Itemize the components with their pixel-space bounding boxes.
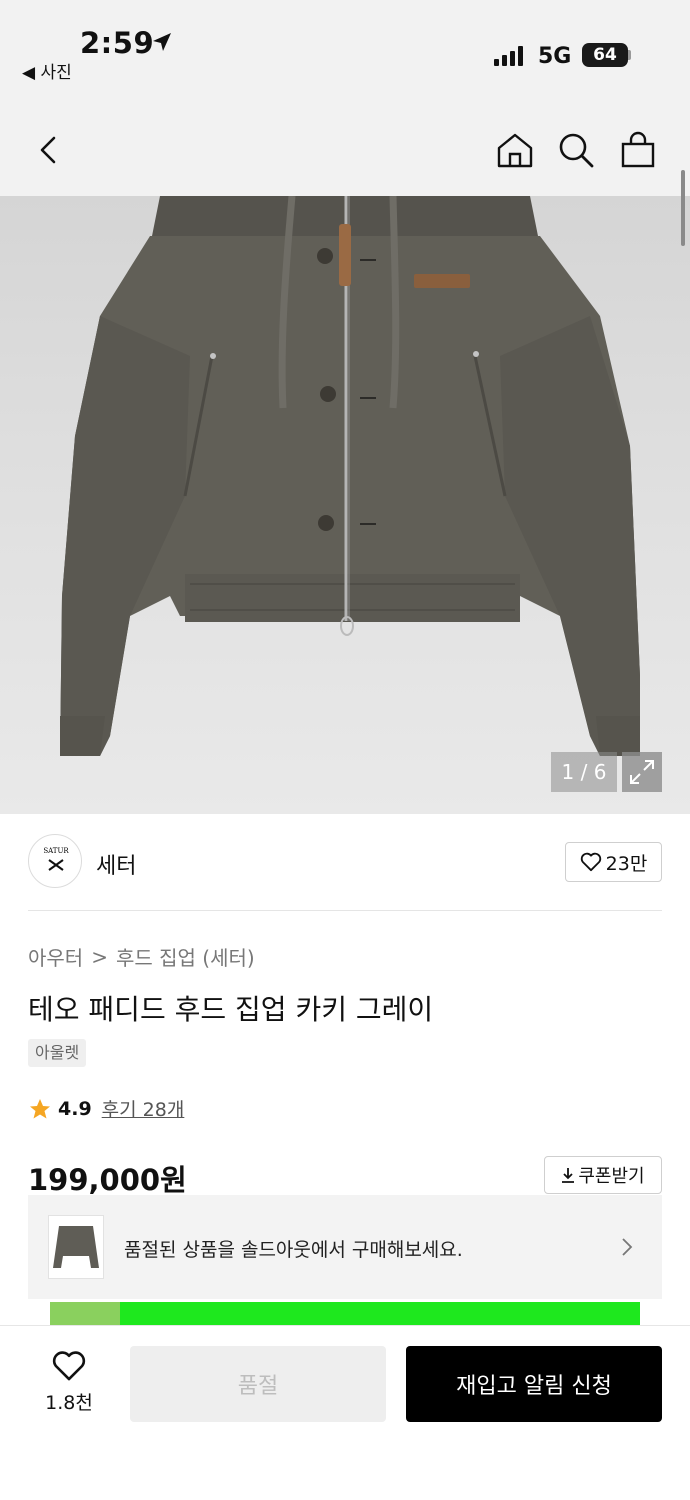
soldout-banner[interactable]: 품절된 상품을 솔드아웃에서 구매해보세요. [28,1195,662,1299]
soldout-banner-text: 품절된 상품을 솔드아웃에서 구매해보세요. [124,1239,463,1261]
restock-alert-button[interactable]: 재입고 알림 신청 [406,1346,662,1422]
download-icon [562,1168,575,1183]
soldout-button[interactable]: 품절 [130,1346,386,1422]
outlet-tag: 아울렛 [28,1039,87,1067]
brand-logo-mark: SATUR [43,847,69,871]
heart-icon [52,1351,86,1381]
chevron-right-icon [622,1238,633,1256]
back-to-app-link[interactable]: ◀ 사진 [22,58,72,83]
home-icon[interactable] [495,130,535,170]
star-icon [30,1098,50,1118]
promo-banner-image [50,1302,120,1326]
breadcrumb-separator: > [91,944,108,969]
product-title: 테오 패디드 후드 집업 카키 그레이 [28,993,434,1026]
breadcrumb-item-hood-zipup[interactable]: 후드 집업 (세터) [116,942,255,971]
bottom-action-bar: 1.8천 품절 재입고 알림 신청 [0,1325,690,1500]
jacket-thumbnail-icon [53,1226,99,1268]
scroll-indicator[interactable] [681,170,685,246]
heart-icon [580,852,601,872]
rating-row: 4.9 후기 28개 [28,1095,184,1122]
battery-level: 64 [593,45,617,65]
signal-icon [494,46,523,66]
product-image-gallery[interactable] [0,196,690,814]
image-counter: 1 / 6 [551,752,617,792]
coupon-button[interactable]: 쿠폰받기 [544,1156,662,1194]
brand-logo-text: SATUR [43,847,69,855]
battery-tip [628,50,631,60]
product-photo-jacket [60,196,640,756]
status-bar: 2:59 ◀ 사진 5G 64 [0,0,690,100]
breadcrumb-item-outer[interactable]: 아우터 [28,942,83,971]
brand-like-count: 23만 [605,852,648,875]
search-icon[interactable] [556,130,596,170]
shopping-bag-icon[interactable] [618,130,658,170]
battery-icon: 64 [582,43,628,67]
expand-icon[interactable] [622,752,662,792]
status-time: 2:59 [80,26,155,60]
brand-like-button[interactable]: 23만 [565,842,662,882]
rating-score: 4.9 [58,1097,92,1120]
breadcrumb: 아우터 > 후드 집업 (세터) [28,942,255,971]
top-nav-bar [0,100,690,196]
network-type: 5G [538,44,572,69]
wishlist-button[interactable]: 1.8천 [36,1350,102,1420]
coupon-label: 쿠폰받기 [578,1166,645,1187]
wishlist-count: 1.8천 [45,1392,93,1414]
location-arrow-icon [153,33,171,51]
divider [28,910,662,911]
soldout-thumbnail [48,1215,104,1279]
reviews-link[interactable]: 후기 28개 [102,1095,185,1122]
product-price: 199,000원 [28,1163,187,1197]
brand-name[interactable]: 세터 [96,848,136,880]
chevron-left-icon[interactable] [28,130,68,170]
brand-logo[interactable]: SATUR [28,834,82,888]
promo-banner[interactable] [50,1302,640,1326]
